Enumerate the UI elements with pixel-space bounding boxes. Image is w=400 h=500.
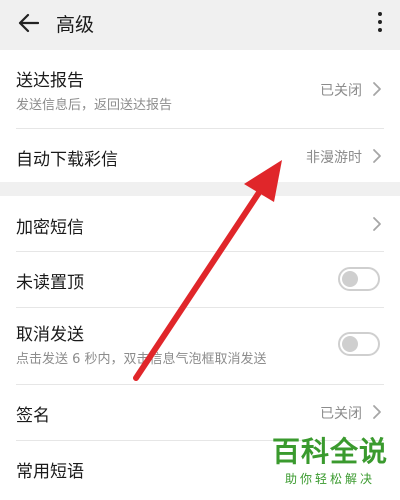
setting-sublabel: 点击发送 6 秒内，双击信息气泡框取消发送	[16, 352, 267, 367]
chevron-right-icon	[373, 82, 381, 96]
setting-encrypted-sms[interactable]: 加密短信	[0, 196, 400, 251]
setting-signature[interactable]: 签名 已关闭	[0, 385, 400, 440]
more-dot-icon	[378, 20, 382, 24]
setting-auto-download-mms[interactable]: 自动下载彩信 非漫游时	[0, 129, 400, 182]
back-arrow-icon	[18, 13, 39, 33]
chevron-right-icon	[373, 149, 381, 163]
setting-value: 非漫游时	[306, 150, 362, 166]
app-header: 高级	[0, 0, 400, 46]
toggle-knob	[342, 336, 358, 352]
settings-card-1: 送达报告 发送信息后，返回送达报告 已关闭 自动下载彩信 非漫游时	[0, 50, 400, 182]
pin-unread-toggle[interactable]	[338, 267, 380, 291]
setting-label: 取消发送	[16, 325, 84, 345]
setting-label: 未读置顶	[16, 273, 84, 293]
setting-label: 常用短语	[16, 462, 84, 482]
page-title: 高级	[56, 13, 95, 36]
setting-cancel-send[interactable]: 取消发送 点击发送 6 秒内，双击信息气泡框取消发送	[0, 308, 400, 384]
setting-label: 加密短信	[16, 218, 84, 238]
setting-label: 签名	[16, 406, 50, 426]
chevron-right-icon	[373, 405, 381, 419]
watermark-title: 百科全说	[271, 435, 388, 468]
setting-value: 已关闭	[320, 83, 362, 99]
more-dot-icon	[378, 12, 382, 16]
more-dot-icon	[378, 28, 382, 32]
more-options-button[interactable]	[372, 8, 388, 36]
chevron-right-icon	[373, 217, 381, 231]
toggle-knob	[342, 271, 358, 287]
setting-pin-unread[interactable]: 未读置顶	[0, 252, 400, 307]
setting-value: 已关闭	[320, 406, 362, 422]
setting-delivery-report[interactable]: 送达报告 发送信息后，返回送达报告 已关闭	[0, 50, 400, 128]
cancel-send-toggle[interactable]	[338, 332, 380, 356]
watermark-subtitle: 助你轻松解决	[284, 472, 375, 486]
setting-label: 自动下载彩信	[16, 150, 118, 170]
watermark-logo: 百科全说 助你轻松解决	[270, 436, 390, 487]
back-button[interactable]	[4, 0, 52, 46]
setting-label: 送达报告	[16, 71, 84, 91]
setting-sublabel: 发送信息后，返回送达报告	[16, 98, 173, 113]
